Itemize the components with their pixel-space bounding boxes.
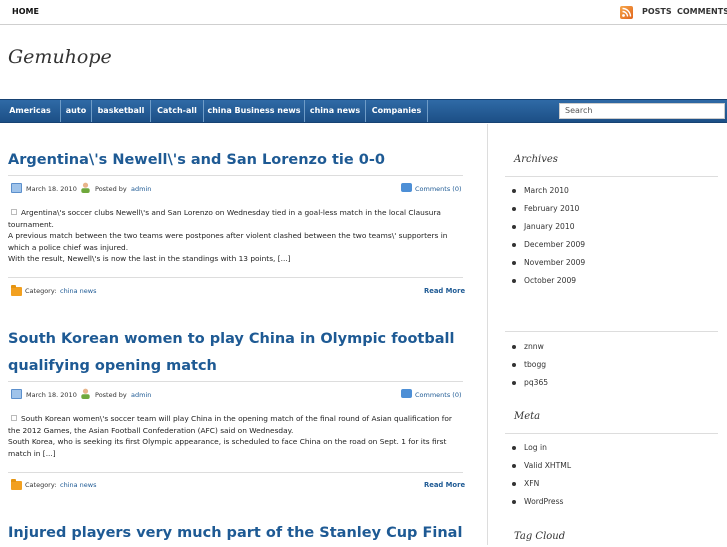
excerpt-paragraph: With the result, Newell\'s is now the la…	[8, 254, 291, 264]
archive-link[interactable]: January 2010	[512, 222, 575, 231]
login-link[interactable]: Log in	[512, 443, 547, 452]
archive-link[interactable]: November 2009	[511, 258, 585, 267]
column-divider	[487, 124, 488, 545]
nav-item-basketball[interactable]: basketball	[92, 100, 151, 122]
nav-item-auto[interactable]: auto	[61, 100, 92, 122]
post-footer-divider	[8, 472, 463, 473]
search-input[interactable]: Search	[559, 103, 725, 119]
calendar-icon	[11, 389, 22, 399]
rss-icon[interactable]	[620, 6, 633, 19]
excerpt-paragraph: Argentina\'s soccer clubs Newell\'s and …	[8, 208, 441, 229]
comment-icon	[401, 183, 412, 192]
sidebar-divider	[505, 331, 718, 332]
blogroll-link[interactable]: tbogg	[511, 360, 546, 369]
sidebar-divider	[505, 176, 718, 177]
comments-link[interactable]: Comments (0)	[415, 185, 462, 193]
folder-icon	[11, 285, 22, 296]
post-title[interactable]: Argentina\'s Newell\'s and San Lorenzo t…	[8, 147, 385, 174]
post-excerpt: Argentina\'s soccer clubs Newell\'s and …	[8, 207, 463, 265]
broken-image-icon	[11, 209, 17, 215]
read-more-link[interactable]: Read More	[424, 481, 465, 489]
posts-feed-link[interactable]: POSTS	[642, 7, 672, 16]
site-title[interactable]: Gemuhope	[8, 46, 112, 68]
home-link[interactable]: HOME	[12, 7, 39, 16]
main-nav: Americas auto basketball Catch-all china…	[0, 99, 727, 123]
comments-link[interactable]: Comments (0)	[415, 391, 462, 399]
excerpt-paragraph: South Korean women\'s soccer team will p…	[8, 414, 452, 435]
title-divider	[8, 175, 463, 176]
nav-item-catch-all[interactable]: Catch-all	[151, 100, 204, 122]
post-title-continued[interactable]: qualifying opening match	[8, 353, 217, 380]
category-label: Category:	[25, 481, 57, 489]
nav-item-americas[interactable]: Americas	[0, 100, 61, 122]
read-more-link[interactable]: Read More	[424, 287, 465, 295]
blogroll-link[interactable]: pq365	[511, 378, 548, 387]
excerpt-paragraph: A previous match between the two teams w…	[8, 231, 448, 252]
wordpress-link[interactable]: WordPress	[512, 497, 564, 506]
post-date: March 18. 2010	[26, 185, 77, 193]
folder-icon	[11, 479, 22, 490]
nav-item-china-news[interactable]: china news	[305, 100, 366, 122]
post-date: March 18. 2010	[26, 391, 77, 399]
valid-xhtml-link[interactable]: Valid XHTML	[511, 461, 571, 470]
sidebar-divider	[505, 433, 718, 434]
calendar-icon	[11, 183, 22, 193]
post-title[interactable]: Injured players very much part of the St…	[8, 520, 462, 547]
user-icon	[81, 182, 90, 193]
archives-heading: Archives	[514, 154, 558, 165]
comments-feed-link[interactable]: COMMENTS	[677, 7, 727, 16]
author-link[interactable]: admin	[131, 185, 151, 193]
post-excerpt: South Korean women\'s soccer team will p…	[8, 413, 463, 459]
xfn-link[interactable]: XFN	[511, 479, 539, 488]
post-footer-divider	[8, 277, 463, 278]
post-title[interactable]: South Korean women to play China in Olym…	[8, 326, 454, 353]
nav-item-companies[interactable]: Companies	[366, 100, 428, 122]
archive-link[interactable]: March 2010	[512, 186, 569, 195]
tag-cloud-heading: Tag Cloud	[514, 531, 566, 542]
user-icon	[81, 388, 90, 399]
nav-item-china-business-news[interactable]: china Business news	[204, 100, 305, 122]
posted-by-label: Posted by	[95, 391, 127, 399]
title-divider	[8, 381, 463, 382]
broken-image-icon	[11, 415, 17, 421]
top-bar: HOME POSTS COMMENTS	[0, 0, 727, 25]
archive-link[interactable]: October 2009	[511, 276, 576, 285]
comment-icon	[401, 389, 412, 398]
archive-link[interactable]: December 2009	[511, 240, 585, 249]
category-link[interactable]: china news	[60, 481, 97, 489]
meta-heading: Meta	[514, 411, 541, 422]
excerpt-paragraph: South Korea, who is seeking its first Ol…	[8, 437, 447, 458]
author-link[interactable]: admin	[131, 391, 151, 399]
category-link[interactable]: china news	[60, 287, 97, 295]
posted-by-label: Posted by	[95, 185, 127, 193]
blogroll-link[interactable]: znnw	[512, 342, 544, 351]
category-label: Category:	[25, 287, 57, 295]
archive-link[interactable]: February 2010	[511, 204, 579, 213]
